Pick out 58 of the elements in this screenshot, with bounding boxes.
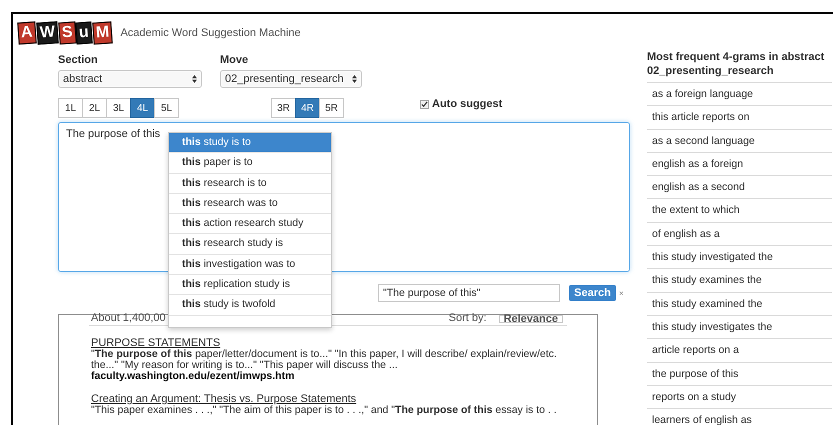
search-button[interactable]: Search — [569, 285, 616, 301]
ngram-heading: Most frequent 4-grams in abstract 02_presenting_research — [647, 50, 832, 83]
result-snippet: "The purpose of this paper/letter/document is to..." "In this paper, I will describe/ explain/review/etc. the..." "My reason for writing is to..." "This paper will discuss the ... — [91, 349, 558, 371]
ngram-length-button[interactable]: 5L — [154, 98, 179, 118]
ngram-length-button[interactable]: 3R — [271, 98, 296, 118]
ngram-item[interactable]: as a foreign language — [647, 83, 832, 106]
app-title: Academic Word Suggestion Machine — [120, 27, 301, 39]
suggestion-item[interactable]: this study is to — [169, 133, 331, 154]
select-arrows-icon — [352, 75, 357, 83]
ngram-item[interactable]: the purpose of this — [647, 362, 832, 386]
ngram-length-button[interactable]: 4R — [295, 98, 320, 118]
section-label: Section — [58, 54, 99, 66]
ngram-length-button[interactable]: 3L — [106, 98, 131, 118]
logo-letter: u — [76, 21, 93, 45]
result-snippet: "This paper examines . . .," "The aim of this paper is to . . .," and "The purpose of this essay is to . . — [91, 405, 558, 416]
ngram-length-button[interactable]: 4L — [130, 98, 155, 118]
ngram-item[interactable]: of english as a — [647, 222, 832, 246]
logo-letter: A — [17, 21, 36, 45]
logo-letter: W — [36, 21, 58, 45]
select-arrows-icon — [192, 75, 197, 83]
ngram-item[interactable]: this study investigates the — [647, 316, 832, 340]
ngram-item[interactable]: this study examines the — [647, 269, 832, 293]
ngram-item[interactable]: this study investigated the — [647, 246, 832, 270]
ngram-length-button[interactable]: 1L — [58, 98, 83, 118]
ngram-item[interactable]: this article reports on — [647, 106, 832, 130]
sort-label: Sort by: — [448, 315, 487, 325]
suggestion-item[interactable]: this research was to — [169, 194, 331, 214]
move-label: Move — [220, 54, 250, 66]
suggestion-item[interactable]: this research study is — [169, 234, 331, 255]
suggestion-item[interactable]: this paper is to — [169, 153, 331, 174]
result-count: About 1,400,00 — [91, 315, 166, 325]
move-select[interactable]: 02_presenting_research — [220, 70, 362, 88]
auto-suggest-label: Auto suggest — [432, 98, 502, 110]
suggestion-item[interactable]: this replication study is — [169, 275, 331, 296]
logo-letter: S — [58, 21, 76, 45]
suggestion-item[interactable]: this investigation was to — [169, 254, 331, 276]
suggestion-item[interactable]: this research is to — [169, 174, 331, 194]
suggestion-item[interactable]: this study is twofold — [169, 295, 331, 316]
ngram-item[interactable]: english as a foreign — [647, 152, 832, 176]
search-field[interactable]: "The purpose of this" — [378, 284, 560, 302]
ngram-item[interactable]: learners of english as — [647, 409, 832, 425]
suggestion-item[interactable]: this action research study — [169, 214, 331, 234]
auto-suggest-checkbox[interactable] — [420, 100, 429, 108]
ngram-item[interactable]: reports on a study — [647, 386, 832, 410]
result-title-link[interactable]: Creating an Argument: Thesis vs. Purpose Statements — [91, 394, 356, 405]
ngram-item[interactable]: english as a second — [647, 176, 832, 200]
ngram-item[interactable]: as a second language — [647, 130, 832, 153]
sort-select[interactable]: Relevance — [498, 315, 563, 323]
ngram-item[interactable]: this study examined the — [647, 292, 832, 316]
clear-button[interactable]: × — [619, 288, 624, 298]
ngram-length-button[interactable]: 5R — [319, 98, 344, 118]
ngram-length-button[interactable]: 2L — [82, 98, 107, 118]
logo-letter: M — [92, 21, 114, 45]
result-url: faculty.washington.edu/ezent/imwps.htm — [91, 371, 294, 382]
result-title-link[interactable]: PURPOSE STATEMENTS — [91, 338, 220, 349]
ngram-item[interactable]: the extent to which — [647, 199, 832, 223]
ngram-item[interactable]: article reports on a — [647, 339, 832, 363]
section-select[interactable]: abstract — [58, 70, 202, 88]
